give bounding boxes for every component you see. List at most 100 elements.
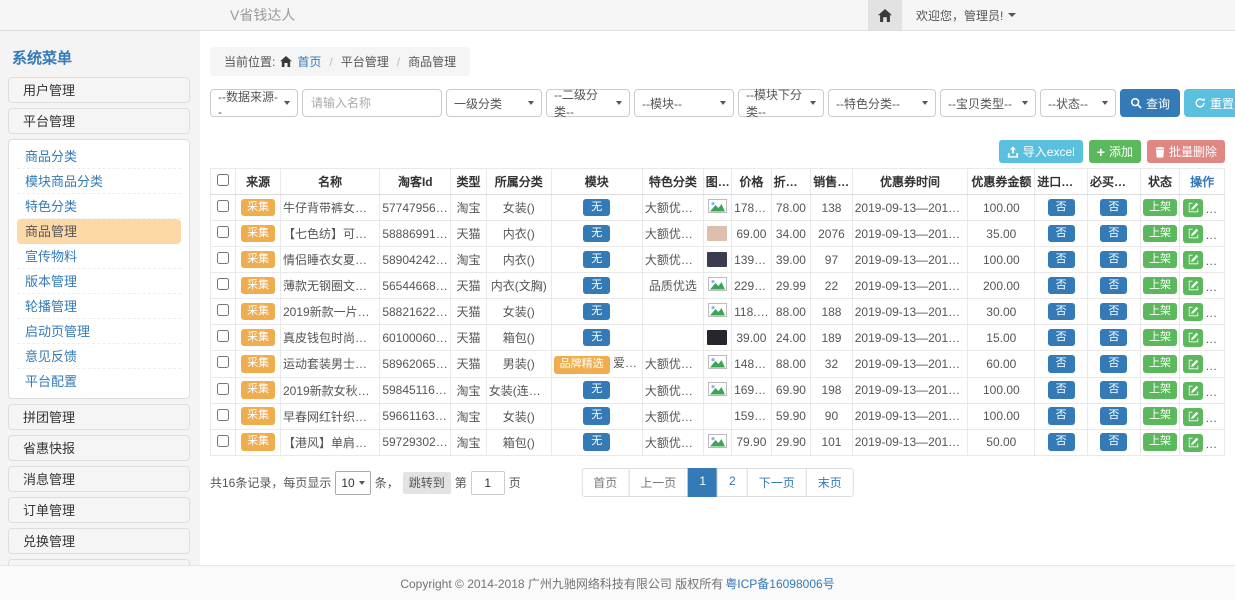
sidebar-item-版本管理[interactable]: 版本管理 xyxy=(17,269,181,294)
search-button[interactable]: 查询 xyxy=(1120,89,1180,117)
must-buy-badge[interactable]: 否 xyxy=(1100,329,1127,347)
sidebar-item-商品管理[interactable]: 商品管理 xyxy=(17,219,181,244)
sidebar-item-模块商品分类[interactable]: 模块商品分类 xyxy=(17,169,181,194)
filter-select-category-l2[interactable]: --二级分类-- xyxy=(546,89,630,117)
row-checkbox[interactable] xyxy=(217,435,229,447)
filter-select-module-sub[interactable]: --模块下分类-- xyxy=(738,89,824,117)
jump-button[interactable]: 跳转到 xyxy=(403,472,451,494)
jump-page-input[interactable] xyxy=(471,471,505,495)
sidebar-group-兑换管理[interactable]: 兑换管理 xyxy=(8,528,190,554)
cell-price: 118.00 xyxy=(732,299,772,325)
row-checkbox[interactable] xyxy=(217,278,229,290)
status-badge[interactable]: 上架 xyxy=(1143,329,1177,347)
product-thumbnail xyxy=(707,330,727,345)
sidebar-item-轮播管理[interactable]: 轮播管理 xyxy=(17,294,181,319)
sidebar-item-平台配置[interactable]: 平台配置 xyxy=(17,369,181,394)
reset-button[interactable]: 重置 xyxy=(1184,89,1235,117)
row-checkbox[interactable] xyxy=(217,356,229,368)
edit-button[interactable] xyxy=(1183,329,1203,347)
sidebar-group-用户管理[interactable]: 用户管理 xyxy=(8,77,190,103)
import-select-badge[interactable]: 否 xyxy=(1048,433,1075,451)
import-select-badge[interactable]: 否 xyxy=(1048,355,1075,373)
sidebar-item-商品分类[interactable]: 商品分类 xyxy=(17,144,181,169)
import-select-badge[interactable]: 否 xyxy=(1048,303,1075,321)
filter-select-item-type[interactable]: --宝贝类型-- xyxy=(940,89,1036,117)
filter-bar: --数据来源-- 一级分类 --二级分类-- --模块-- --模块下分类-- … xyxy=(210,89,1225,117)
status-badge[interactable]: 上架 xyxy=(1143,433,1177,451)
must-buy-badge[interactable]: 否 xyxy=(1100,251,1127,269)
must-buy-badge[interactable]: 否 xyxy=(1100,407,1127,425)
must-buy-badge[interactable]: 否 xyxy=(1100,381,1127,399)
import-select-badge[interactable]: 否 xyxy=(1048,277,1075,295)
add-button[interactable]: + 添加 xyxy=(1089,140,1141,163)
must-buy-badge[interactable]: 否 xyxy=(1100,199,1127,217)
sidebar-group-订单管理[interactable]: 订单管理 xyxy=(8,497,190,523)
status-badge[interactable]: 上架 xyxy=(1143,303,1177,321)
breadcrumb-home-link[interactable]: 首页 xyxy=(297,53,321,70)
sidebar-group-平台管理[interactable]: 平台管理 xyxy=(8,108,190,134)
filter-select-status[interactable]: --状态-- xyxy=(1040,89,1116,117)
edit-button[interactable] xyxy=(1183,251,1203,269)
import-excel-button[interactable]: 导入excel xyxy=(999,140,1083,163)
home-button[interactable] xyxy=(868,0,902,30)
row-checkbox[interactable] xyxy=(217,226,229,238)
must-buy-badge[interactable]: 否 xyxy=(1100,277,1127,295)
edit-button[interactable] xyxy=(1183,225,1203,243)
sidebar-group-拼团管理[interactable]: 拼团管理 xyxy=(8,404,190,430)
import-select-badge[interactable]: 否 xyxy=(1048,225,1075,243)
filter-select-category-l1[interactable]: 一级分类 xyxy=(446,89,542,117)
pager-button-下一页[interactable]: 下一页 xyxy=(747,468,807,497)
import-select-badge[interactable]: 否 xyxy=(1048,251,1075,269)
must-buy-badge[interactable]: 否 xyxy=(1100,355,1127,373)
column-header-特色分类: 特色分类 xyxy=(642,169,703,195)
user-menu[interactable]: 欢迎您，管理员! xyxy=(916,7,1016,24)
row-checkbox[interactable] xyxy=(217,383,229,395)
status-badge[interactable]: 上架 xyxy=(1143,407,1177,425)
pager-button-末页[interactable]: 末页 xyxy=(806,468,854,497)
row-checkbox[interactable] xyxy=(217,330,229,342)
sidebar-item-意见反馈[interactable]: 意见反馈 xyxy=(17,344,181,369)
filter-select-feature[interactable]: --特色分类-- xyxy=(828,89,936,117)
import-select-badge[interactable]: 否 xyxy=(1048,199,1075,217)
icp-link[interactable]: 粤ICP备16098006号 xyxy=(725,575,834,592)
sidebar-group-消息管理[interactable]: 消息管理 xyxy=(8,466,190,492)
edit-button[interactable] xyxy=(1183,303,1203,321)
must-buy-badge[interactable]: 否 xyxy=(1100,225,1127,243)
row-checkbox[interactable] xyxy=(217,200,229,212)
status-badge[interactable]: 上架 xyxy=(1143,199,1177,217)
import-select-badge[interactable]: 否 xyxy=(1048,381,1075,399)
status-badge[interactable]: 上架 xyxy=(1143,251,1177,269)
page-size-select[interactable]: 10 xyxy=(335,471,370,495)
sidebar-item-宣传物料[interactable]: 宣传物料 xyxy=(17,244,181,269)
sidebar-group-省惠快报[interactable]: 省惠快报 xyxy=(8,435,190,461)
status-badge[interactable]: 上架 xyxy=(1143,277,1177,295)
edit-button[interactable] xyxy=(1183,408,1203,426)
row-checkbox[interactable] xyxy=(217,304,229,316)
breadcrumb-separator: / xyxy=(397,55,400,69)
import-select-badge[interactable]: 否 xyxy=(1048,329,1075,347)
sidebar-item-启动页管理[interactable]: 启动页管理 xyxy=(17,319,181,344)
must-buy-badge[interactable]: 否 xyxy=(1100,303,1127,321)
edit-button[interactable] xyxy=(1183,277,1203,295)
pager-button-1[interactable]: 1 xyxy=(687,468,718,497)
status-badge[interactable]: 上架 xyxy=(1143,225,1177,243)
edit-button[interactable] xyxy=(1183,382,1203,400)
edit-button[interactable] xyxy=(1183,199,1203,217)
select-all-checkbox[interactable] xyxy=(217,174,229,186)
sidebar-group-统计管理[interactable]: 统计管理 xyxy=(8,559,190,565)
cell-coupon-time: 2019-09-13—2019-09-18 xyxy=(852,429,968,455)
name-search-input[interactable] xyxy=(302,89,442,117)
filter-select-data-source[interactable]: --数据来源-- xyxy=(210,89,298,117)
row-checkbox[interactable] xyxy=(217,409,229,421)
filter-select-module[interactable]: --模块-- xyxy=(634,89,734,117)
edit-button[interactable] xyxy=(1183,434,1203,452)
edit-button[interactable] xyxy=(1183,355,1203,373)
row-checkbox[interactable] xyxy=(217,252,229,264)
import-select-badge[interactable]: 否 xyxy=(1048,407,1075,425)
must-buy-badge[interactable]: 否 xyxy=(1100,433,1127,451)
batch-delete-button[interactable]: 批量删除 xyxy=(1147,140,1225,163)
pager-button-2[interactable]: 2 xyxy=(717,468,748,497)
status-badge[interactable]: 上架 xyxy=(1143,355,1177,373)
sidebar-item-特色分类[interactable]: 特色分类 xyxy=(17,194,181,219)
status-badge[interactable]: 上架 xyxy=(1143,381,1177,399)
